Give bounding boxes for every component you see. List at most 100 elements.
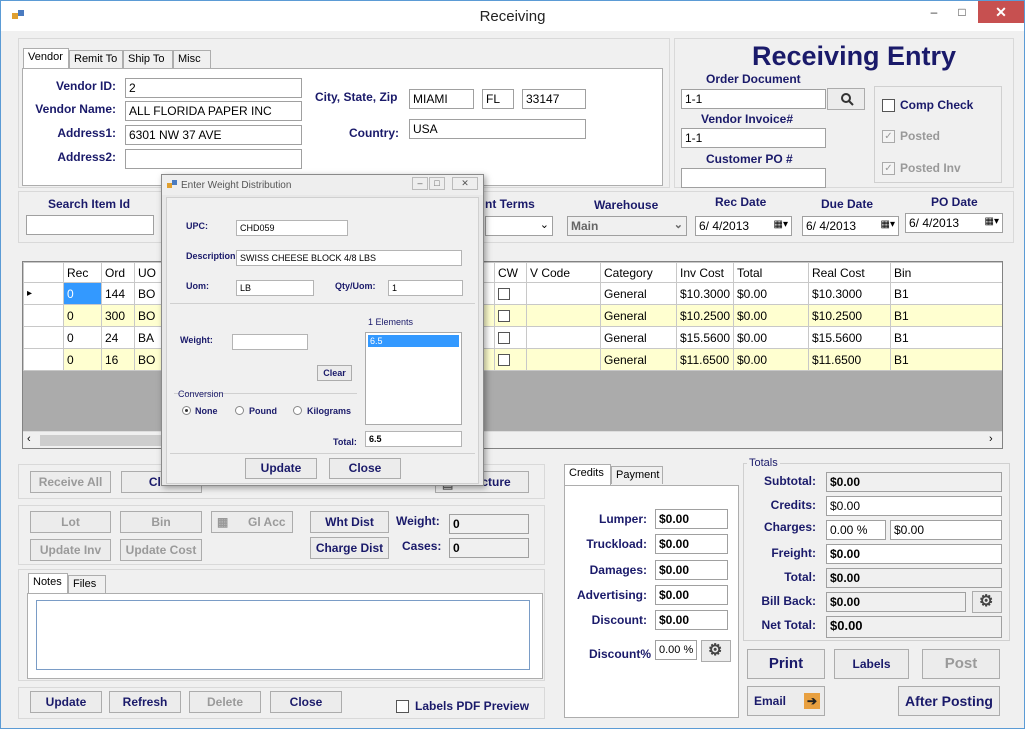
cell-category[interactable]: General <box>600 304 677 327</box>
country-input[interactable]: USA <box>409 119 586 139</box>
truckload-input[interactable]: $0.00 <box>655 534 728 554</box>
cell-category[interactable]: General <box>600 326 677 349</box>
address1-input[interactable]: 6301 NW 37 AVE <box>125 125 302 145</box>
cell-rec[interactable]: 0 <box>63 348 102 371</box>
cell-rec[interactable]: 0 <box>63 304 102 327</box>
cw-checkbox[interactable] <box>498 310 510 323</box>
terms-select[interactable]: ⌄ <box>485 216 553 236</box>
update-cost-button[interactable]: Update Cost <box>120 539 202 561</box>
tab-files[interactable]: Files <box>68 575 106 593</box>
cell-inv-cost[interactable]: $15.5600 <box>676 326 734 349</box>
dialog-upc-input[interactable]: CHD059 <box>236 220 348 236</box>
grid-header-bin[interactable]: Bin <box>890 262 1002 283</box>
close-button[interactable]: Close <box>270 691 342 713</box>
cell-total[interactable]: $0.00 <box>733 326 809 349</box>
cw-checkbox[interactable] <box>498 288 510 301</box>
credits-total-input[interactable]: $0.00 <box>826 496 1002 516</box>
grid-header-ord[interactable]: Ord <box>101 262 135 283</box>
discount-input[interactable]: $0.00 <box>655 610 728 630</box>
cell-cw[interactable] <box>494 348 527 371</box>
tab-misc[interactable]: Misc <box>173 50 211 68</box>
update-button[interactable]: Update <box>30 691 102 713</box>
bill-back-button[interactable]: ⚙ <box>972 591 1002 613</box>
cell-real-cost[interactable]: $11.6500 <box>808 348 891 371</box>
dialog-elements-list[interactable]: 6.5 <box>365 332 462 425</box>
post-button[interactable]: Post <box>922 649 1000 679</box>
cell-rec[interactable]: 0 <box>63 282 102 305</box>
cell-vcode[interactable] <box>526 348 601 371</box>
cell-ord[interactable]: 144 <box>101 282 135 305</box>
radio-pound[interactable] <box>235 406 244 415</box>
notes-textarea[interactable] <box>36 600 530 670</box>
tab-payment[interactable]: Payment <box>611 466 663 484</box>
receive-all-button[interactable]: Receive All <box>30 471 111 493</box>
vendor-id-input[interactable]: 2 <box>125 78 302 98</box>
labels-button[interactable]: Labels <box>834 649 909 679</box>
grid-header-cw[interactable]: CW <box>494 262 527 283</box>
dialog-update-button[interactable]: Update <box>245 458 317 479</box>
cell-ord[interactable]: 16 <box>101 348 135 371</box>
grid-header-inv-cost[interactable]: Inv Cost <box>676 262 734 283</box>
lumper-input[interactable]: $0.00 <box>655 509 728 529</box>
zip-input[interactable]: 33147 <box>522 89 586 109</box>
damages-input[interactable]: $0.00 <box>655 560 728 580</box>
charges-input[interactable]: $0.00 <box>890 520 1002 540</box>
radio-none[interactable] <box>182 406 191 415</box>
charge-dist-button[interactable]: Charge Dist <box>310 537 389 559</box>
dialog-clear-button[interactable]: Clear <box>317 365 352 381</box>
row-selector[interactable] <box>23 304 64 327</box>
vendor-name-input[interactable]: ALL FLORIDA PAPER INC <box>125 101 302 121</box>
cell-total[interactable]: $0.00 <box>733 282 809 305</box>
radio-kilograms[interactable] <box>293 406 302 415</box>
dialog-weight-input[interactable] <box>232 334 308 350</box>
tab-ship-to[interactable]: Ship To <box>123 50 173 68</box>
refresh-button[interactable]: Refresh <box>109 691 181 713</box>
grid-header-category[interactable]: Category <box>600 262 677 283</box>
cell-total[interactable]: $0.00 <box>733 348 809 371</box>
grid-header-total[interactable]: Total <box>733 262 809 283</box>
gl-acc-button[interactable]: ▦ Gl Acc <box>211 511 293 533</box>
cell-vcode[interactable] <box>526 326 601 349</box>
po-date-picker[interactable]: 6/ 4/2013 ▦▾ <box>905 213 1003 233</box>
cell-real-cost[interactable]: $10.3000 <box>808 282 891 305</box>
bin-button[interactable]: Bin <box>120 511 202 533</box>
comp-check-checkbox[interactable] <box>882 99 895 112</box>
print-button[interactable]: Print <box>747 649 825 679</box>
row-selector[interactable] <box>23 326 64 349</box>
cell-bin[interactable]: B1 <box>890 282 1002 305</box>
cell-ord[interactable]: 24 <box>101 326 135 349</box>
city-input[interactable]: MIAMI <box>409 89 474 109</box>
address2-input[interactable] <box>125 149 302 169</box>
rec-date-picker[interactable]: 6/ 4/2013 ▦▾ <box>695 216 792 236</box>
dialog-uom-input[interactable]: LB <box>236 280 314 296</box>
dialog-close-action-button[interactable]: Close <box>329 458 401 479</box>
labels-pdf-preview-checkbox[interactable] <box>396 700 409 713</box>
advertising-input[interactable]: $0.00 <box>655 585 728 605</box>
delete-button[interactable]: Delete <box>189 691 261 713</box>
cell-vcode[interactable] <box>526 282 601 305</box>
grid-header-rec[interactable]: Rec <box>63 262 102 283</box>
lot-button[interactable]: Lot <box>30 511 111 533</box>
cell-category[interactable]: General <box>600 348 677 371</box>
grid-header-vcode[interactable]: V Code <box>526 262 601 283</box>
after-posting-button[interactable]: After Posting <box>898 686 1000 716</box>
dialog-description-input[interactable]: SWISS CHEESE BLOCK 4/8 LBS <box>236 250 462 266</box>
tab-vendor[interactable]: Vendor <box>23 48 69 69</box>
cell-real-cost[interactable]: $10.2500 <box>808 304 891 327</box>
cw-checkbox[interactable] <box>498 332 510 345</box>
due-date-picker[interactable]: 6/ 4/2013 ▦▾ <box>802 216 899 236</box>
tab-remit-to[interactable]: Remit To <box>69 50 123 68</box>
row-selector[interactable]: ▸ <box>23 282 64 305</box>
cell-inv-cost[interactable]: $10.3000 <box>676 282 734 305</box>
wht-dist-button[interactable]: Wht Dist <box>310 511 389 533</box>
charges-pct-input[interactable]: 0.00 % <box>826 520 886 540</box>
cell-cw[interactable] <box>494 326 527 349</box>
order-document-input[interactable]: 1-1 <box>681 89 826 109</box>
search-item-input[interactable] <box>26 215 154 235</box>
cell-cw[interactable] <box>494 282 527 305</box>
cell-bin[interactable]: B1 <box>890 326 1002 349</box>
scroll-right-icon[interactable]: › <box>989 433 993 445</box>
email-button[interactable]: Email ➔ <box>747 686 825 716</box>
cell-real-cost[interactable]: $15.5600 <box>808 326 891 349</box>
cell-ord[interactable]: 300 <box>101 304 135 327</box>
